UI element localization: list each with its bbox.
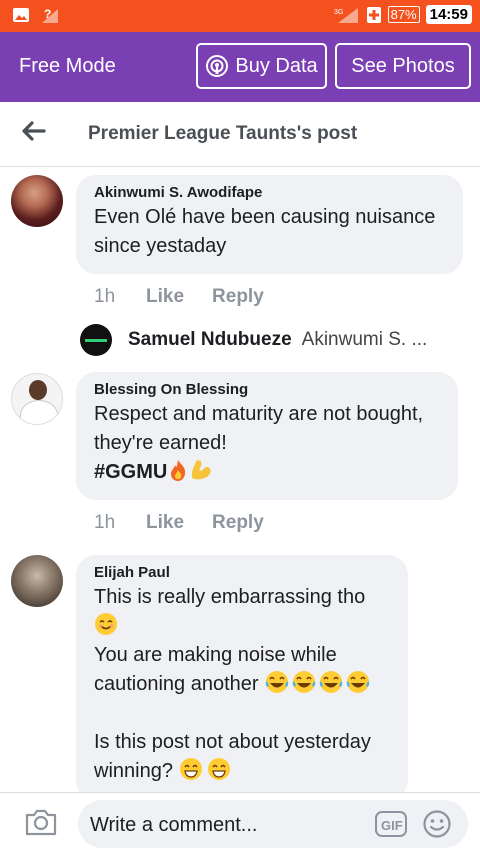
reply-snippet: Akinwumi S. ... [301, 329, 428, 350]
reply-author: Samuel Ndubueze [128, 329, 292, 350]
comment-author[interactable]: Akinwumi S. Awodifape [94, 184, 445, 201]
comment-bubble: Elijah Paul This is really embarrassing … [76, 555, 408, 800]
comment-actions: 1h Like Reply [94, 511, 292, 535]
like-button[interactable]: Like [146, 286, 184, 308]
fire-emoji-icon [171, 460, 186, 481]
no-signal-icon: ? [42, 7, 58, 23]
page-title: Premier League Taunts's post [88, 123, 358, 144]
comment-author[interactable]: Blessing On Blessing [94, 381, 440, 398]
comment-author[interactable]: Elijah Paul [94, 564, 390, 581]
post-header: Premier League Taunts's post [0, 102, 480, 167]
comment-hashtag-line: #GGMU [94, 458, 440, 487]
tears-of-joy-emoji-icon [265, 671, 370, 693]
comment-text: You are making noise while cautioning an… [94, 641, 390, 699]
flexed-biceps-emoji-icon [192, 460, 211, 480]
gif-icon[interactable]: GIF [374, 810, 408, 838]
grinning-face-emoji-icon [179, 758, 230, 780]
buy-data-button[interactable]: Buy Data [196, 43, 327, 89]
reply-avatar [80, 324, 112, 356]
status-left: ? [12, 6, 62, 24]
camera-icon[interactable] [24, 807, 58, 837]
image-icon [13, 8, 29, 22]
comment-composer: GIF [0, 792, 480, 855]
reply-button[interactable]: Reply [212, 286, 264, 308]
emoji-icon[interactable] [422, 809, 452, 839]
clock: 14:59 [425, 5, 472, 24]
comment-time: 1h [94, 512, 116, 533]
buy-data-label: Buy Data [235, 54, 318, 77]
hashtag-link[interactable]: #GGMU [94, 461, 167, 483]
svg-text:3G: 3G [334, 9, 343, 16]
signal-icon: 3G [334, 7, 358, 23]
comment-actions: 1h Like Reply [94, 285, 292, 309]
avatar[interactable] [11, 175, 63, 227]
battery-indicator: 87% [387, 6, 420, 23]
comment-time: 1h [94, 286, 116, 307]
plus-badge-icon [366, 6, 381, 23]
comment-text: Respect and maturity are not bought, the… [94, 403, 424, 454]
like-button[interactable]: Like [146, 512, 184, 534]
comment-bubble: Akinwumi S. Awodifape Even Olé have been… [76, 175, 463, 274]
back-arrow-icon[interactable] [20, 118, 46, 144]
smiling-face-emoji-icon [95, 613, 117, 635]
comment-bubble: Blessing On Blessing Respect and maturit… [76, 372, 458, 500]
see-photos-button[interactable]: See Photos [335, 43, 471, 89]
avatar[interactable] [11, 373, 63, 425]
podcast-icon [206, 55, 229, 77]
status-bar: ? 3G 87% 14:59 [0, 0, 480, 32]
comment-text: Is this post not about yesterday winning… [94, 728, 390, 786]
comment-input-box[interactable]: GIF [78, 800, 468, 848]
reply-preview[interactable]: Samuel Ndubueze Akinwumi S. ... [80, 320, 470, 360]
svg-text:GIF: GIF [381, 818, 403, 833]
comment-input[interactable] [88, 810, 372, 840]
status-right: 3G 87% 14:59 [334, 5, 472, 24]
free-mode-label: Free Mode [19, 55, 116, 77]
comment-text: Even Olé have been causing nuisance sinc… [94, 206, 436, 257]
comment-emoji-line [94, 612, 390, 641]
avatar[interactable] [11, 555, 63, 607]
see-photos-label: See Photos [351, 54, 455, 77]
reply-button[interactable]: Reply [212, 512, 264, 534]
comment-text: This is really embarrassing tho [94, 586, 366, 608]
free-mode-bar: Free Mode Buy Data See Photos [0, 32, 480, 102]
svg-text:?: ? [44, 7, 51, 21]
